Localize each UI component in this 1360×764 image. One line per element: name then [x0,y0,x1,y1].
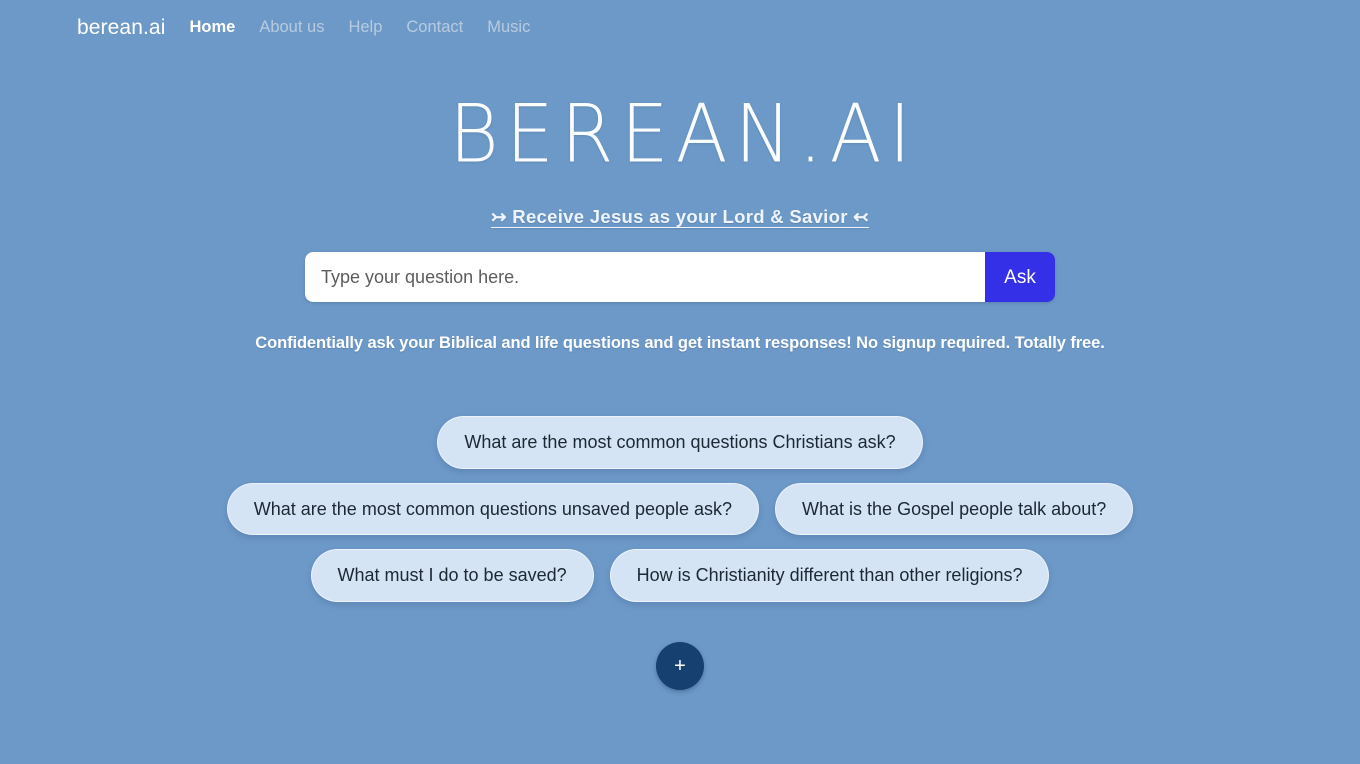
suggestion-pill[interactable]: What are the most common questions Chris… [437,416,923,469]
suggestion-pills: What are the most common questions Chris… [0,416,1360,690]
suggestion-row-1: What are the most common questions Chris… [437,416,923,469]
search-row: Ask [0,252,1360,302]
nav-item-about-us[interactable]: About us [259,19,324,36]
nav-links: Home About us Help Contact Music [189,19,530,36]
hero-section: BEREAN.AI ↣ Receive Jesus as your Lord &… [0,86,1360,690]
suggestion-row-2: What are the most common questions unsav… [226,482,1134,535]
suggestion-row-3: What must I do to be saved? How is Chris… [310,549,1050,602]
receive-jesus-link[interactable]: ↣ Receive Jesus as your Lord & Savior ↢ [491,206,869,228]
suggestion-pill[interactable]: What must I do to be saved? [310,549,594,602]
subtitle-text: Confidentially ask your Biblical and lif… [255,334,1105,352]
suggestion-pill[interactable]: How is Christianity different than other… [609,549,1050,602]
add-row: + [656,641,704,690]
nav-item-contact[interactable]: Contact [406,19,463,36]
search-box: Ask [305,252,1055,302]
brand-logo[interactable]: berean.ai [77,17,165,38]
suggestion-pill[interactable]: What are the most common questions unsav… [226,482,760,535]
nav-item-help[interactable]: Help [348,19,382,36]
search-input[interactable] [305,252,985,302]
nav-item-music[interactable]: Music [487,19,530,36]
nav-item-home[interactable]: Home [189,19,235,36]
page-title-wordmark: BEREAN.AI [448,86,918,181]
top-navbar: berean.ai Home About us Help Contact Mus… [0,0,1360,54]
ask-button[interactable]: Ask [985,252,1055,302]
add-more-questions-button[interactable]: + [656,641,704,690]
tagline-container: ↣ Receive Jesus as your Lord & Savior ↢ [0,206,1360,228]
suggestion-pill[interactable]: What is the Gospel people talk about? [775,482,1134,535]
